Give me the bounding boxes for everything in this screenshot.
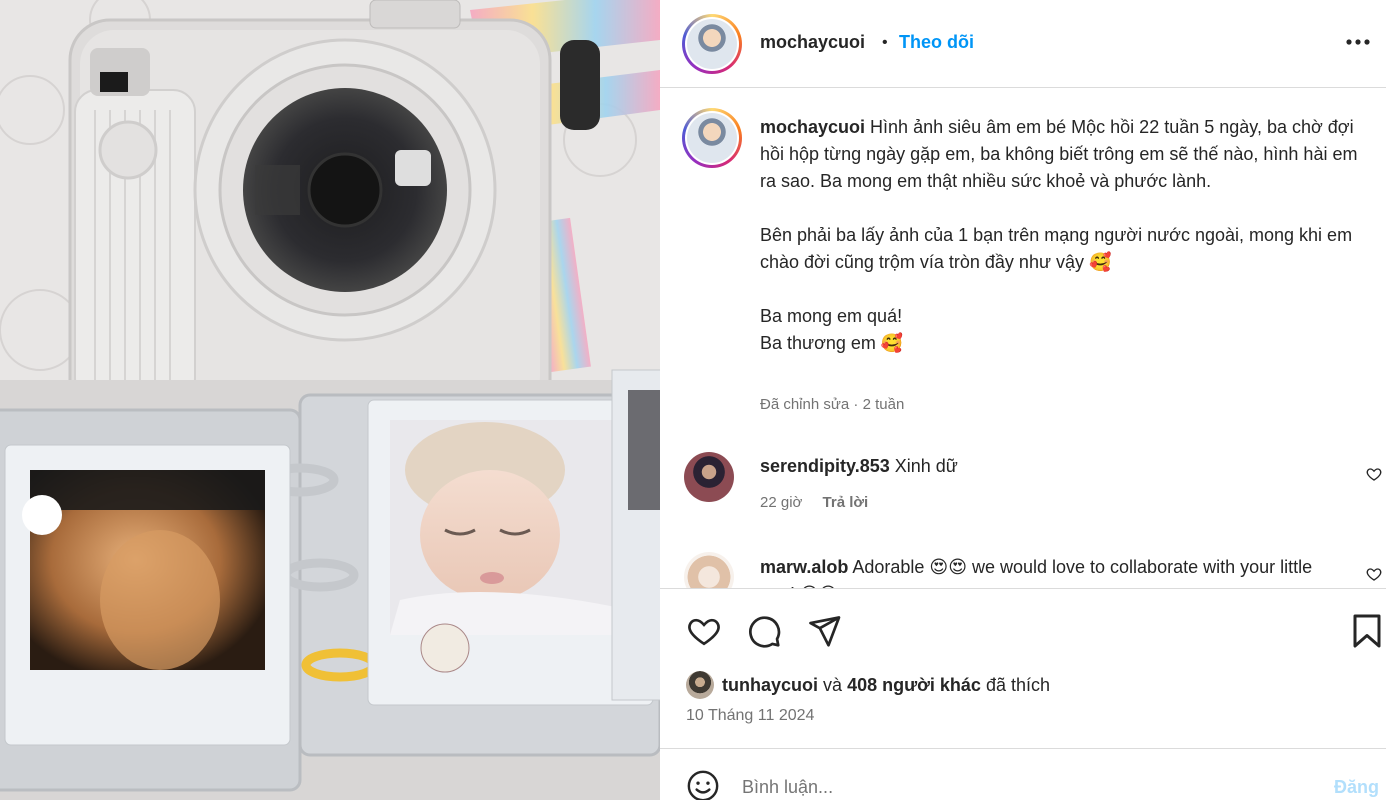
post-image[interactable] [0, 0, 660, 800]
comment-like-icon[interactable] [1366, 466, 1382, 482]
author-avatar[interactable] [682, 14, 742, 74]
emoji-icon[interactable] [686, 769, 720, 800]
comment-item: marw.alob Adorable 😍😍 we would love to c… [660, 540, 1386, 588]
post-header: mochaycuoi • Theo dõi [660, 0, 1386, 88]
liker-username[interactable]: tunhaycuoi [722, 675, 818, 695]
post-photo-illustration [0, 0, 660, 800]
author-username[interactable]: mochaycuoi [760, 32, 865, 53]
comment-like-icon[interactable] [1366, 566, 1382, 582]
comment-input[interactable] [742, 773, 1302, 800]
more-options-icon[interactable] [1344, 32, 1374, 52]
comment-bubble-icon[interactable] [746, 613, 782, 654]
post-caption: mochaycuoi Hình ảnh siêu âm em bé Mộc hồ… [760, 114, 1370, 357]
reply-button[interactable]: Trả lời [823, 494, 869, 511]
likes-suffix: đã thích [985, 675, 1051, 695]
post-actions: tunhaycuoi và 408 người khác đã thích 10… [660, 588, 1386, 748]
likes-others-link[interactable]: 408 người khác [847, 675, 981, 695]
likes-connector: và [823, 675, 843, 695]
caption-author-avatar[interactable] [682, 108, 742, 168]
comment-avatar[interactable] [684, 552, 734, 588]
caption-meta: Đã chỉnh sửa · 2 tuần [760, 396, 905, 413]
share-send-icon[interactable] [806, 613, 842, 654]
liker-avatar[interactable] [686, 671, 714, 699]
like-heart-icon[interactable] [686, 613, 722, 654]
caption-text: Hình ảnh siêu âm em bé Mộc hồi 22 tuần 5… [760, 117, 1358, 353]
likes-summary: tunhaycuoi và 408 người khác đã thích [722, 675, 1050, 696]
header-separator: • [882, 34, 888, 51]
post-panel: mochaycuoi • Theo dõi mochaycuoi Hình ản… [660, 0, 1386, 800]
comment-text: Xinh dữ [894, 456, 958, 476]
caption-author-username[interactable]: mochaycuoi [760, 117, 865, 137]
comment-time: 22 giờ [760, 494, 803, 511]
post-comment-button[interactable]: Đăng [1334, 777, 1379, 798]
follow-button[interactable]: Theo dõi [899, 32, 974, 53]
save-bookmark-icon[interactable] [1352, 613, 1382, 654]
comment-username[interactable]: marw.alob [760, 557, 848, 577]
post-date[interactable]: 10 Tháng 11 2024 [686, 707, 814, 725]
comment-bar: Đăng [660, 748, 1386, 800]
comment-avatar[interactable] [684, 452, 734, 502]
comment-username[interactable]: serendipity.853 [760, 456, 890, 476]
